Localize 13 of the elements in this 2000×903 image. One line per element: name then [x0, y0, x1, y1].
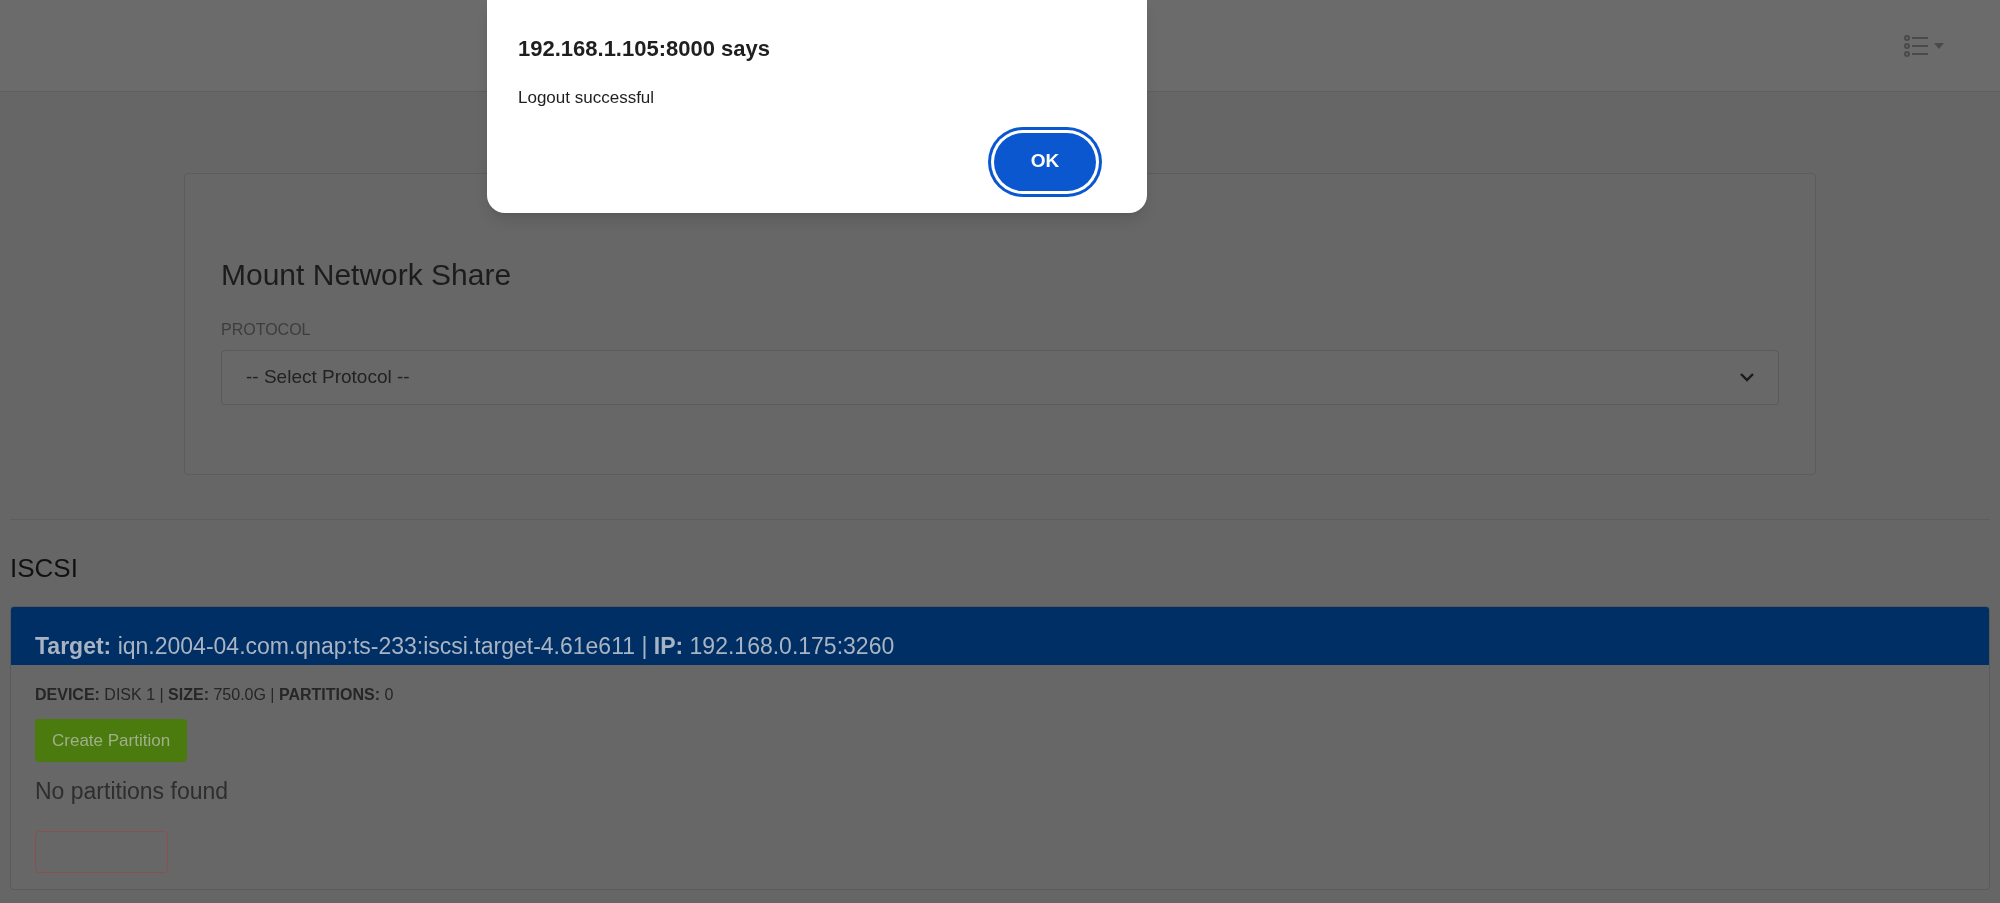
dialog-message: Logout successful	[518, 87, 656, 109]
outline-button[interactable]	[35, 830, 168, 873]
device-info: DEVICE: DISK 1 | SIZE: 750.0G | PARTITIONS: 0	[35, 685, 395, 705]
empty-message: No partitions found	[35, 777, 230, 806]
chevron-down-icon	[1740, 373, 1754, 382]
dialog-title: 192.168.1.105:8000 says	[518, 35, 771, 63]
protocol-select[interactable]: -- Select Protocol --	[221, 350, 1779, 405]
list-icon	[1904, 34, 1930, 57]
card-title: Mount Network Share	[221, 257, 513, 293]
caret-icon	[1934, 42, 1944, 49]
section-heading: ISCSI	[10, 552, 79, 584]
target-header: Target: iqn.2004-04.com.qnap:ts-233:iscsi.target-4.61e611 | IP: 192.168.0.175:3260	[11, 607, 1989, 665]
create-partition-button[interactable]: Create Partition	[35, 719, 188, 762]
